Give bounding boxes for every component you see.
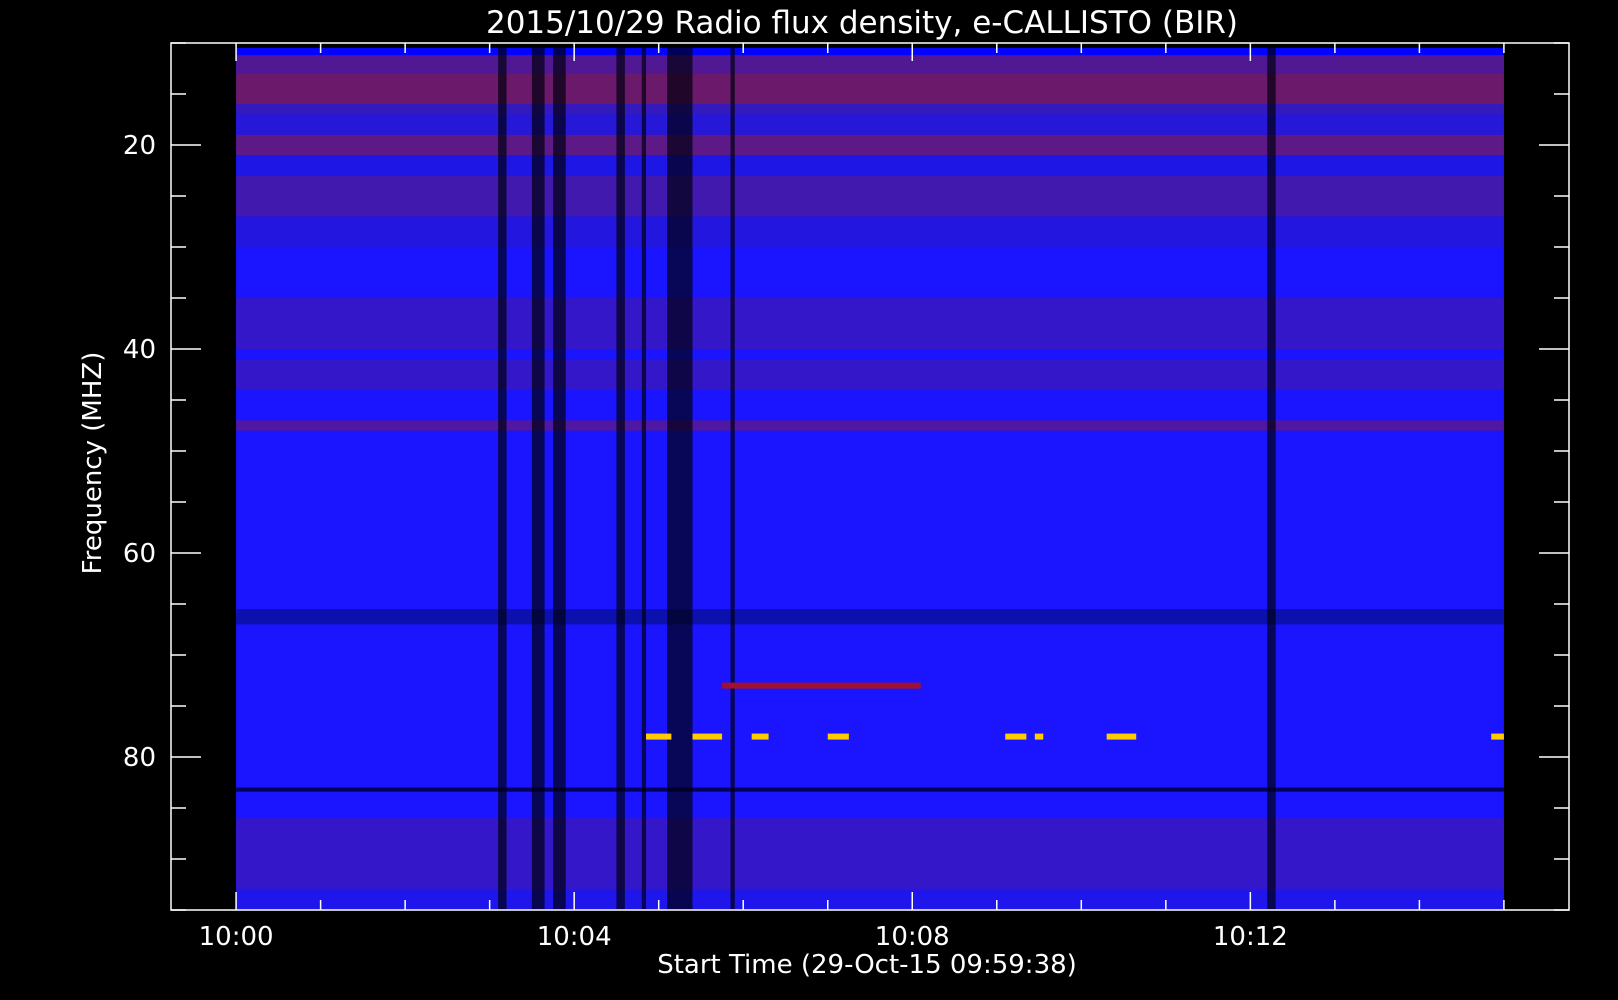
burst-mark <box>1034 733 1044 740</box>
x-tick-label: 10:12 <box>1213 922 1288 952</box>
frequency-band <box>236 73 1504 105</box>
burst-mark <box>1491 733 1504 740</box>
frequency-band <box>236 359 1504 390</box>
burst-mark <box>827 733 849 740</box>
x-axis-label: Start Time (29-Oct-15 09:59:38) <box>657 950 1077 980</box>
frequency-band <box>236 787 1504 792</box>
dark-time-column <box>1267 48 1276 911</box>
frequency-band <box>236 55 1504 74</box>
y-tick-label: 40 <box>123 335 156 365</box>
y-tick-label: 80 <box>123 743 156 773</box>
dark-time-column <box>616 48 625 911</box>
burst-mark <box>1005 733 1027 740</box>
dark-time-column <box>531 48 545 911</box>
dark-time-column <box>553 48 566 911</box>
frequency-band <box>236 298 1504 349</box>
dark-time-column <box>641 48 647 911</box>
burst-mark <box>1106 733 1137 740</box>
dark-time-column <box>730 48 735 911</box>
y-tick-label: 20 <box>123 131 156 161</box>
frequency-band <box>236 175 1504 217</box>
spectrogram-chart: 2015/10/29 Radio flux density, e-CALLIST… <box>78 5 1570 980</box>
frequency-band <box>236 216 1504 247</box>
dark-time-column <box>498 48 507 911</box>
x-tick-label: 10:00 <box>199 922 274 952</box>
y-tick-label: 60 <box>123 539 156 569</box>
chart-title: 2015/10/29 Radio flux density, e-CALLIST… <box>486 5 1238 41</box>
x-tick-label: 10:08 <box>875 922 950 952</box>
frequency-band <box>236 420 1504 431</box>
plot-area <box>236 48 1504 911</box>
frequency-band <box>236 609 1504 625</box>
dark-time-column <box>667 48 693 911</box>
x-tick-label: 10:04 <box>537 922 612 952</box>
burst-mark <box>692 733 723 740</box>
frequency-band <box>236 114 1504 135</box>
frequency-band <box>236 134 1504 156</box>
frequency-band <box>236 48 1504 56</box>
frequency-band <box>236 889 1504 910</box>
frequency-band <box>236 818 1504 890</box>
burst-mark <box>751 733 769 740</box>
y-axis-label: Frequency (MHZ) <box>78 352 108 575</box>
burst-mark <box>722 682 921 689</box>
frequency-band <box>236 104 1504 115</box>
burst-mark <box>646 733 672 740</box>
frequency-band <box>236 155 1504 176</box>
